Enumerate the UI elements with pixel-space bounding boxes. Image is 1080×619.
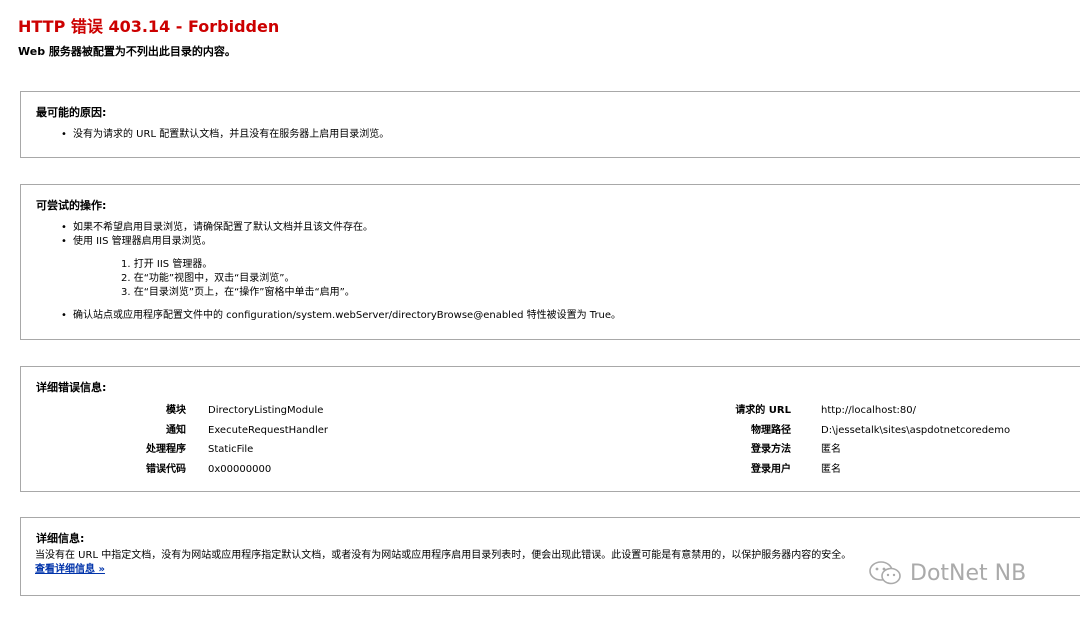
more-info-text: 当没有在 URL 中指定文档，没有为网站或应用程序指定默认文档，或者没有为网站或… [35,550,852,561]
detail-key: 模块 [166,405,186,416]
detail-value: 匿名 [821,463,841,475]
detail-row: 物理路径 D:\jessetalk\sites\aspdotnetcoredemo [731,421,1010,441]
actions-section: 可尝试的操作: 如果不希望启用目录浏览，请确保配置了默认文档并且该文件存在。 使… [20,184,1080,340]
detail-row: 登录方法 匿名 [731,440,1010,460]
detail-value: http://localhost:80/ [821,405,916,416]
detail-value: 0x00000000 [208,463,272,475]
list-item: 确认站点或应用程序配置文件中的 configuration/system.web… [61,309,621,323]
causes-heading: 最可能的原因: [36,106,107,119]
error-details-right: 请求的 URL http://localhost:80/ 物理路径 D:\jesse… [731,401,1010,479]
watermark-text: DotNet NB [910,560,1027,586]
actions-list: 如果不希望启用目录浏览，请确保配置了默认文档并且该文件存在。 使用 IIS 管理… [61,221,373,249]
error-details-heading: 详细错误信息: [36,381,107,394]
actions-steps: 1. 打开 IIS 管理器。 2. 在“功能”视图中，双击“目录浏览”。 3. … [121,258,355,300]
detail-key: 物理路径 [751,424,791,436]
detail-row: 通知 ExecuteRequestHandler [126,421,328,441]
step-item: 3. 在“目录浏览”页上，在“操作”窗格中单击“启用”。 [121,287,355,298]
more-info-link[interactable]: 查看详细信息 » [35,563,105,577]
detail-key: 登录用户 [751,463,791,475]
detail-value: 匿名 [821,444,841,455]
detail-key: 请求的 URL [735,405,791,416]
detail-value: StaticFile [208,444,254,455]
detail-value: DirectoryListingModule [208,405,324,416]
detail-key: 通知 [166,424,186,436]
step-item: 1. 打开 IIS 管理器。 [121,259,213,270]
causes-list: 没有为请求的 URL 配置默认文档，并且没有在服务器上启用目录浏览。 [61,128,389,142]
step-item: 2. 在“功能”视图中，双击“目录浏览”。 [121,273,295,284]
list-item: 使用 IIS 管理器启用目录浏览。 [61,235,373,249]
wechat-icon [869,561,901,585]
actions-final-list: 确认站点或应用程序配置文件中的 configuration/system.web… [61,309,621,323]
detail-value: D:\jessetalk\sites\aspdotnetcoredemo [821,424,1011,436]
more-info-heading: 详细信息: [36,532,85,545]
actions-heading: 可尝试的操作: [36,199,107,212]
list-item: 没有为请求的 URL 配置默认文档，并且没有在服务器上启用目录浏览。 [61,128,389,142]
detail-row: 模块 DirectoryListingModule [126,401,328,421]
causes-section: 最可能的原因: 没有为请求的 URL 配置默认文档，并且没有在服务器上启用目录浏… [20,91,1080,158]
list-item: 如果不希望启用目录浏览，请确保配置了默认文档并且该文件存在。 [61,221,373,235]
error-header: HTTP 错误 403.14 - Forbidden Web 服务器被配置为不列… [18,16,279,60]
detail-value: ExecuteRequestHandler [208,424,328,436]
detail-row: 登录用户 匿名 [731,460,1010,480]
page-title: HTTP 错误 403.14 - Forbidden [18,17,280,36]
page-subtitle: Web 服务器被配置为不列出此目录的内容。 [18,45,236,58]
detail-key: 处理程序 [146,444,186,455]
detail-row: 错误代码 0x00000000 [126,460,328,480]
detail-row: 处理程序 StaticFile [126,440,328,460]
detail-key: 错误代码 [146,463,186,475]
error-details-section: 详细错误信息: 模块 DirectoryListingModule 通知 Execu… [20,366,1080,492]
error-details-left: 模块 DirectoryListingModule 通知 ExecuteReques… [126,401,328,479]
detail-row: 请求的 URL http://localhost:80/ [731,401,1010,421]
detail-key: 登录方法 [751,444,791,455]
watermark: DotNet NB [868,560,1026,586]
